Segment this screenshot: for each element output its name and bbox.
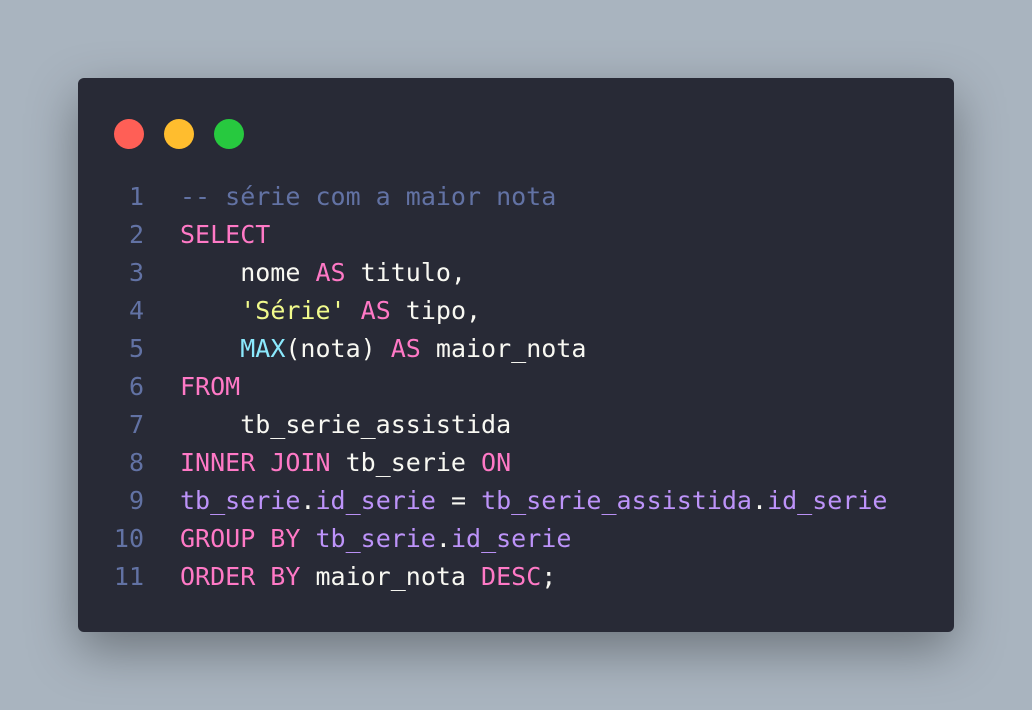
close-dot[interactable] xyxy=(114,119,144,149)
line-number: 11 xyxy=(113,562,144,591)
code-token: -- série com a maior nota xyxy=(180,182,557,211)
code-token: maior_nota xyxy=(420,334,587,363)
code-token: GROUP BY xyxy=(180,524,301,553)
code-text: GROUP BY tb_serie.id_serie xyxy=(180,520,571,558)
code-token: tipo, xyxy=(390,296,482,325)
line-number: 1 xyxy=(128,182,144,211)
code-token: (nota) xyxy=(285,334,391,363)
code-text: INNER JOIN tb_serie ON xyxy=(180,444,511,482)
line-number: 4 xyxy=(128,296,144,325)
line-number: 9 xyxy=(128,486,144,515)
code-token: SELECT xyxy=(180,220,271,249)
code-token: AS xyxy=(360,296,391,325)
line-number: 10 xyxy=(113,524,144,553)
code-text: MAX(nota) AS maior_nota xyxy=(180,330,586,368)
code-token: tb_serie xyxy=(330,448,482,477)
code-token: DESC xyxy=(481,562,542,591)
maximize-dot[interactable] xyxy=(214,119,244,149)
code-text: ORDER BY maior_nota DESC; xyxy=(180,558,556,596)
code-token: . xyxy=(752,486,768,515)
code-token: ON xyxy=(481,448,512,477)
code-window: 1 -- série com a maior nota 2 SELECT 3 nome … xyxy=(78,78,954,632)
code-text: 'Série' AS tipo, xyxy=(180,292,481,330)
code-text: tb_serie.id_serie = tb_serie_assistida.i… xyxy=(180,482,887,520)
code-token: id_serie xyxy=(315,486,436,515)
line-number: 6 xyxy=(128,372,144,401)
code-token: tb_serie xyxy=(315,524,436,553)
code-token: . xyxy=(300,486,316,515)
code-token: FROM xyxy=(180,372,241,401)
code-token: AS xyxy=(315,258,346,287)
code-token: titulo, xyxy=(345,258,466,287)
code-token: ORDER BY xyxy=(180,562,301,591)
code-token: id_serie xyxy=(450,524,572,553)
code-token: tb_serie_assistida xyxy=(180,410,512,439)
code-token: AS xyxy=(390,334,421,363)
code-token: nome xyxy=(180,258,316,287)
code-token: 'Série' xyxy=(240,296,346,325)
code-token: id_serie xyxy=(767,486,888,515)
code-text: tb_serie_assistida xyxy=(180,406,511,444)
code-token: MAX xyxy=(240,334,286,363)
code-text: -- série com a maior nota xyxy=(180,178,556,216)
code-token: tb_serie xyxy=(180,486,301,515)
minimize-dot[interactable] xyxy=(164,119,194,149)
code-text: nome AS titulo, xyxy=(180,254,466,292)
code-token: tb_serie_assistida xyxy=(481,486,752,515)
line-number: 2 xyxy=(128,220,144,249)
line-number: 8 xyxy=(128,448,144,477)
line-number: 3 xyxy=(128,258,144,287)
line-number: 5 xyxy=(128,334,144,363)
line-number: 7 xyxy=(128,410,144,439)
code-token: . xyxy=(435,524,451,553)
code-text: FROM xyxy=(180,368,240,406)
code-token: maior_nota xyxy=(300,562,482,591)
code-token: ; xyxy=(541,562,557,591)
code-text: SELECT xyxy=(180,216,270,254)
code-token: = xyxy=(435,486,482,515)
code-token: INNER JOIN xyxy=(180,448,331,477)
